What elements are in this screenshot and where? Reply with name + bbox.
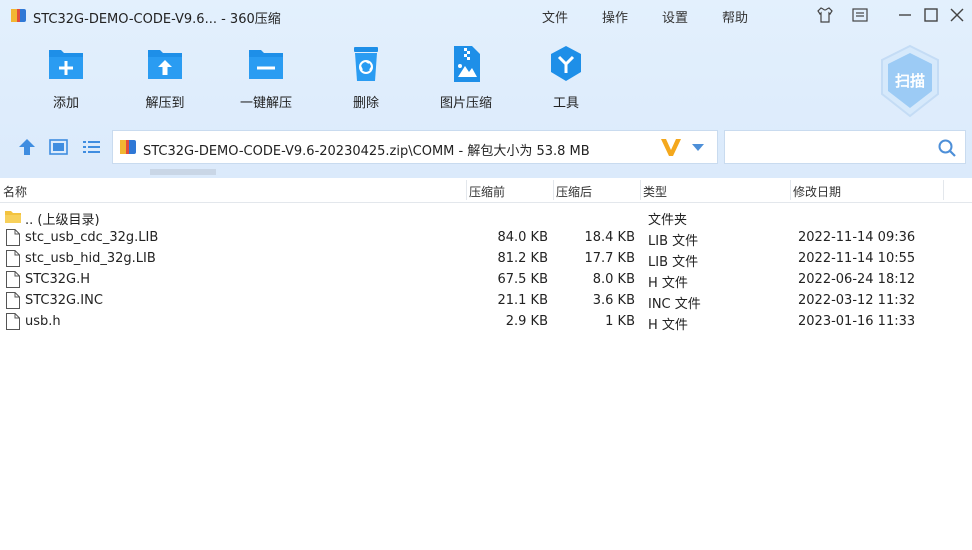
column-type[interactable]: 类型 — [643, 183, 667, 200]
file-type: INC 文件 — [648, 297, 701, 312]
file-size-after: 3.6 KB — [592, 293, 635, 308]
column-divider[interactable] — [553, 180, 554, 200]
address-bar[interactable]: STC32G-DEMO-CODE-V9.6-20230425.zip\COMM … — [112, 130, 718, 164]
file-name: usb.h — [25, 314, 61, 329]
one-click-extract-icon — [249, 50, 283, 79]
extract-to-label: 解压到 — [145, 96, 185, 111]
file-icon — [6, 229, 20, 246]
file-name: STC32G.H — [25, 272, 91, 287]
file-type: LIB 文件 — [648, 255, 699, 270]
table-row[interactable]: .. (上级目录) 文件夹 — [0, 206, 972, 228]
search-icon[interactable] — [937, 138, 957, 158]
file-size-after: 8.0 KB — [592, 272, 635, 287]
image-compress-label: 图片压缩 — [439, 96, 492, 111]
tools-label: 工具 — [552, 96, 579, 111]
file-size-before: 67.5 KB — [497, 272, 548, 287]
file-type: 文件夹 — [648, 213, 688, 228]
file-size-before: 2.9 KB — [505, 314, 548, 329]
search-box[interactable] — [724, 130, 966, 164]
menu-file[interactable]: 文件 — [542, 7, 568, 26]
file-date: 2022-06-24 18:12 — [798, 272, 916, 287]
file-size-after: 1 KB — [605, 314, 635, 329]
column-divider[interactable] — [466, 180, 467, 200]
add-button[interactable]: 添加 — [26, 44, 106, 114]
delete-button[interactable]: 删除 — [326, 44, 406, 114]
column-divider[interactable] — [790, 180, 791, 200]
file-size-after: 17.7 KB — [584, 251, 635, 266]
search-input[interactable] — [731, 137, 935, 159]
horizontal-scroll-thumb[interactable] — [150, 169, 216, 175]
delete-label: 删除 — [352, 96, 379, 111]
column-compressed-before[interactable]: 压缩前 — [469, 183, 505, 200]
column-header: 名称 压缩前 压缩后 类型 修改日期 — [0, 178, 972, 203]
add-label: 添加 — [52, 96, 79, 111]
file-date: 2023-01-16 11:33 — [798, 314, 916, 329]
file-list: .. (上级目录) 文件夹 stc_usb_cdc_32g.LIB 84.0 K… — [0, 206, 972, 333]
scan-button[interactable]: 扫描 — [878, 44, 942, 118]
one-click-extract-button[interactable]: 一键解压 — [226, 44, 306, 114]
file-icon — [6, 250, 20, 267]
tools-icon — [551, 46, 581, 81]
table-row[interactable]: usb.h 2.9 KB 1 KB H 文件 2023-01-16 11:33 — [0, 311, 972, 333]
column-modified[interactable]: 修改日期 — [793, 183, 841, 200]
file-date: 2022-11-14 09:36 — [798, 230, 916, 245]
menu-settings[interactable]: 设置 — [662, 7, 688, 26]
address-path: STC32G-DEMO-CODE-V9.6-20230425.zip\COMM … — [143, 144, 590, 159]
skin-icon[interactable] — [816, 6, 834, 24]
column-name[interactable]: 名称 — [3, 183, 27, 200]
file-date: 2022-03-12 11:32 — [798, 293, 916, 308]
folder-icon — [5, 211, 21, 223]
maximize-icon[interactable] — [922, 6, 940, 24]
delete-icon — [354, 47, 378, 81]
file-size-before: 84.0 KB — [497, 230, 548, 245]
file-type: H 文件 — [648, 276, 688, 291]
column-divider[interactable] — [640, 180, 641, 200]
table-row[interactable]: STC32G.H 67.5 KB 8.0 KB H 文件 2022-06-24 … — [0, 269, 972, 291]
window-title: STC32G-DEMO-CODE-V9.6... - 360压缩 — [33, 12, 281, 27]
list-view-icon[interactable] — [76, 132, 108, 162]
file-type: H 文件 — [648, 318, 688, 333]
app-icon — [11, 9, 26, 22]
scan-label: 扫描 — [894, 72, 925, 90]
title-bar: STC32G-DEMO-CODE-V9.6... - 360压缩 文件 操作 设… — [0, 0, 972, 32]
up-arrow-icon[interactable] — [12, 132, 44, 162]
archive-icon — [120, 140, 136, 154]
one-click-extract-label: 一键解压 — [239, 96, 292, 111]
table-row[interactable]: stc_usb_hid_32g.LIB 81.2 KB 17.7 KB LIB … — [0, 248, 972, 270]
chevron-down-icon[interactable] — [691, 143, 705, 153]
file-name: STC32G.INC — [25, 293, 103, 308]
file-name: .. (上级目录) — [25, 213, 100, 228]
column-divider[interactable] — [943, 180, 944, 200]
file-name: stc_usb_cdc_32g.LIB — [25, 230, 159, 245]
image-compress-button[interactable]: 图片压缩 — [426, 44, 506, 114]
file-size-before: 21.1 KB — [497, 293, 548, 308]
table-row[interactable]: stc_usb_cdc_32g.LIB 84.0 KB 18.4 KB LIB … — [0, 227, 972, 249]
v-logo-icon[interactable] — [659, 136, 683, 158]
menu-operation[interactable]: 操作 — [602, 7, 628, 26]
file-name: stc_usb_hid_32g.LIB — [25, 251, 156, 266]
file-type: LIB 文件 — [648, 234, 699, 249]
file-size-after: 18.4 KB — [584, 230, 635, 245]
thumbnail-view-icon[interactable] — [43, 132, 75, 162]
file-icon — [6, 313, 20, 330]
minimize-icon[interactable] — [896, 6, 914, 24]
file-icon — [6, 271, 20, 288]
main-menu-icon[interactable] — [851, 6, 869, 24]
extract-to-button[interactable]: 解压到 — [125, 44, 205, 114]
file-icon — [6, 292, 20, 309]
table-row[interactable]: STC32G.INC 21.1 KB 3.6 KB INC 文件 2022-03… — [0, 290, 972, 312]
tools-button[interactable]: 工具 — [526, 44, 606, 114]
file-size-before: 81.2 KB — [497, 251, 548, 266]
close-icon[interactable] — [948, 6, 966, 24]
column-compressed-after[interactable]: 压缩后 — [556, 183, 592, 200]
extract-to-icon — [148, 50, 182, 79]
add-icon — [49, 50, 83, 79]
menu-help[interactable]: 帮助 — [722, 7, 748, 26]
file-date: 2022-11-14 10:55 — [798, 251, 916, 266]
image-compress-icon — [454, 46, 480, 82]
